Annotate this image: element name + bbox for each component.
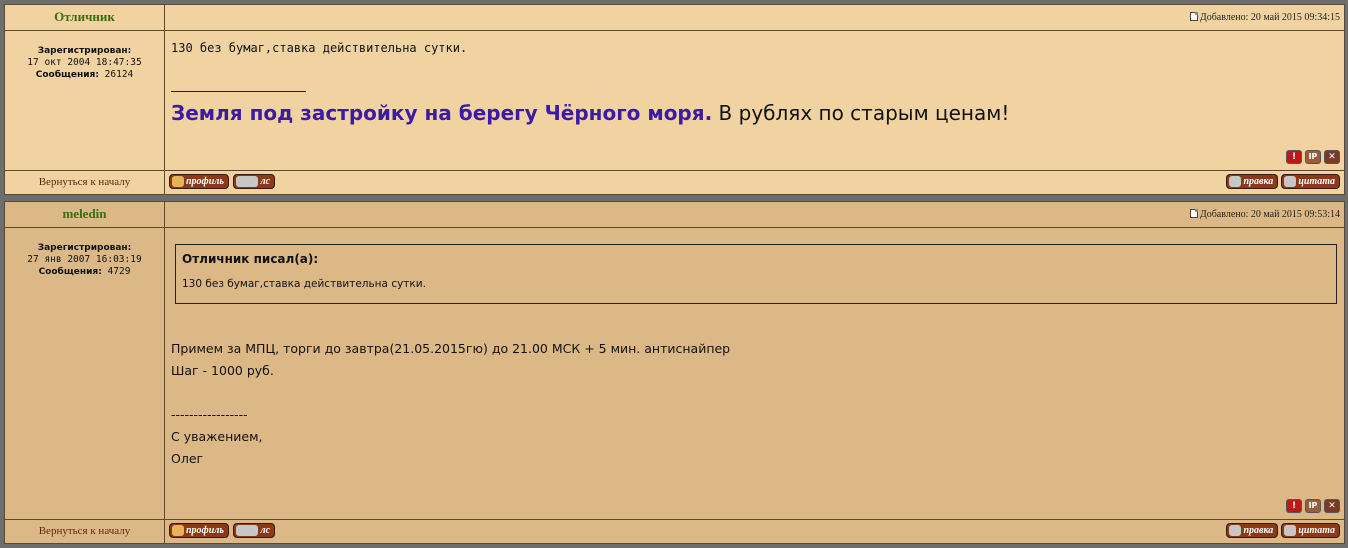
registered-date: 17 окт 2004 18:47:35 [27, 57, 142, 68]
signature-text: В рублях по старым ценам! [712, 101, 1010, 125]
moderation-icons: ! IP ✕ [1286, 150, 1340, 164]
pm-button[interactable]: лс [233, 174, 276, 189]
registered-label: Зарегистрирован: [37, 46, 132, 56]
messages-count: 4729 [107, 266, 131, 277]
edit-label: правка [1243, 176, 1274, 187]
profile-button[interactable]: профиль [169, 174, 229, 189]
post-actions: профиль лс правка цитата [164, 170, 1345, 195]
post-date-cell: Добавлено: 20 май 2015 09:34:15 [164, 4, 1345, 31]
quote-author: Отличник писал(а): [182, 252, 319, 266]
pm-label: лс [260, 176, 271, 187]
registered-label: Зарегистрирован: [37, 243, 132, 253]
edit-icon [1229, 176, 1242, 187]
profile-button[interactable]: профиль [169, 523, 229, 538]
post-added-date: Добавлено: 20 май 2015 09:53:14 [1199, 209, 1340, 220]
signature-divider [171, 91, 306, 92]
delete-icon[interactable]: ✕ [1324, 150, 1340, 164]
pm-label: лс [260, 525, 271, 536]
post-author[interactable]: Отличник [4, 4, 165, 31]
profile-icon [172, 176, 184, 187]
quote-button[interactable]: цитата [1281, 523, 1340, 538]
post-header-row: Отличник Добавлено: 20 май 2015 09:34:15 [4, 4, 1345, 31]
post-footer-row: Вернуться к началу профиль лс правка цит… [4, 170, 1345, 195]
post-line: С уважением, [171, 429, 263, 444]
post-icon[interactable] [1189, 12, 1198, 21]
delete-icon[interactable]: ✕ [1324, 499, 1340, 513]
post-text: 130 без бумаг,ставка действительна сутки… [171, 41, 468, 55]
signature-link[interactable]: Земля под застройку на берегу Чёрного мо… [171, 101, 712, 125]
pm-icon [236, 176, 259, 187]
quote-button[interactable]: цитата [1281, 174, 1340, 189]
post-message: 130 без бумаг,ставка действительна сутки… [164, 30, 1345, 171]
back-to-top-link[interactable]: Вернуться к началу [4, 170, 165, 195]
pm-button[interactable]: лс [233, 523, 276, 538]
post-message: Отличник писал(а): 130 без бумаг,ставка … [164, 227, 1345, 520]
post-line: ----------------- [171, 407, 248, 422]
post-added-date: Добавлено: 20 май 2015 09:34:15 [1199, 12, 1340, 23]
post-body-row: Зарегистрирован: 27 янв 2007 16:03:19 Со… [4, 227, 1345, 520]
post-icon[interactable] [1189, 209, 1198, 218]
profile-icon [172, 525, 184, 536]
post-line [171, 382, 1338, 404]
ip-icon[interactable]: IP [1305, 150, 1321, 164]
post-date-cell: Добавлено: 20 май 2015 09:53:14 [164, 201, 1345, 228]
signature: Земля под застройку на берегу Чёрного мо… [171, 100, 1338, 126]
messages-count: 26124 [104, 69, 134, 80]
edit-button[interactable]: правка [1226, 523, 1279, 538]
edit-button[interactable]: правка [1226, 174, 1279, 189]
forum-frame: Отличник Добавлено: 20 май 2015 09:34:15… [4, 4, 1345, 548]
registered-date: 27 янв 2007 16:03:19 [27, 254, 142, 265]
back-to-top-link[interactable]: Вернуться к началу [4, 519, 165, 544]
profile-label: профиль [186, 525, 224, 536]
quote-block: Отличник писал(а): 130 без бумаг,ставка … [175, 244, 1337, 304]
post-footer-row: Вернуться к началу профиль лс правка цит… [4, 519, 1345, 544]
post-author[interactable]: meledin [4, 201, 165, 228]
post-line: Примем за МПЦ, торги до завтра(21.05.201… [171, 341, 731, 356]
quote-label: цитата [1298, 176, 1335, 187]
edit-icon [1229, 525, 1242, 536]
report-icon[interactable]: ! [1286, 499, 1302, 513]
posts-table: Отличник Добавлено: 20 май 2015 09:34:15… [4, 4, 1345, 195]
post-line: Шаг - 1000 руб. [171, 363, 274, 378]
moderation-icons: ! IP ✕ [1286, 499, 1340, 513]
post-line: Олег [171, 451, 204, 466]
post-text: Примем за МПЦ, торги до завтра(21.05.201… [171, 338, 1338, 470]
quote-text: 130 без бумаг,ставка действительна сутки… [182, 278, 426, 290]
messages-label: Сообщения: [38, 267, 102, 277]
profile-label: профиль [186, 176, 224, 187]
edit-label: правка [1243, 525, 1274, 536]
user-info: Зарегистрирован: 27 янв 2007 16:03:19 Со… [4, 227, 165, 520]
quote-label: цитата [1298, 525, 1335, 536]
post-body-row: Зарегистрирован: 17 окт 2004 18:47:35 Со… [4, 30, 1345, 171]
ip-icon[interactable]: IP [1305, 499, 1321, 513]
quote-icon [1284, 525, 1297, 536]
post-header-row: meledin Добавлено: 20 май 2015 09:53:14 [4, 201, 1345, 228]
messages-label: Сообщения: [35, 70, 99, 80]
post-actions: профиль лс правка цитата [164, 519, 1345, 544]
report-icon[interactable]: ! [1286, 150, 1302, 164]
quote-icon [1284, 176, 1297, 187]
posts-table-2: meledin Добавлено: 20 май 2015 09:53:14 … [4, 201, 1345, 544]
user-info: Зарегистрирован: 17 окт 2004 18:47:35 Со… [4, 30, 165, 171]
pm-icon [236, 525, 259, 536]
